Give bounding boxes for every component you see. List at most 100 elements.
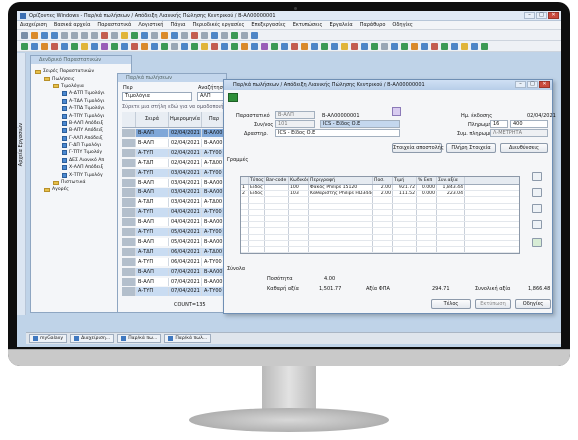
taskbar-item[interactable]: myGalaxy (29, 334, 68, 343)
toolbar-icon[interactable] (221, 42, 228, 50)
toolbar-icon[interactable] (121, 42, 128, 50)
toolbar-icon[interactable] (91, 42, 98, 50)
menu-item[interactable]: Οδηγίες (392, 22, 412, 28)
full-info-button[interactable]: Πλήρη Στοιχεία (446, 143, 496, 153)
calendar-icon[interactable] (392, 107, 401, 116)
list-row[interactable]: Α-ΤΥΠ 04/04/2021 Α-ΤΥ00 (122, 208, 227, 217)
lines-col-header[interactable]: Bar-code (265, 177, 289, 184)
row-selector[interactable] (122, 277, 136, 286)
save-icon[interactable] (228, 93, 238, 102)
dialog-close-button[interactable]: ✕ (539, 81, 550, 88)
type-combo[interactable]: Τιμολόγια (122, 92, 192, 101)
toolbar-icon[interactable] (211, 42, 218, 50)
activity-field[interactable]: ICS - Είδος Ο.Ε (275, 129, 400, 137)
lines-col-header[interactable]: Τιμή (393, 177, 417, 184)
menu-item[interactable]: Παραστατικά (97, 22, 131, 28)
dialog-minimize-button[interactable]: – (515, 81, 526, 88)
tree-node[interactable]: Χ-ΤΠΥ Τιμολόγ (35, 171, 105, 178)
toolbar-icon[interactable] (81, 42, 88, 50)
toolbar-icon[interactable] (41, 31, 48, 39)
payment-code-field[interactable]: 16 (490, 120, 508, 128)
doc-series-field[interactable]: Β-ΑΛΠ (275, 111, 315, 119)
row-selector[interactable] (122, 178, 136, 187)
row-selector[interactable] (122, 247, 136, 257)
toolbar-icon[interactable] (131, 42, 138, 50)
toolbar-icon[interactable] (171, 42, 178, 50)
maximize-button[interactable]: □ (536, 12, 547, 19)
toolbar-icon[interactable] (111, 31, 118, 39)
row-selector[interactable] (122, 148, 136, 158)
row-selector[interactable] (122, 208, 136, 217)
toolbar-icon[interactable] (411, 42, 418, 50)
toolbar-icon[interactable] (121, 31, 128, 39)
toolbar-icon[interactable] (131, 31, 138, 39)
toolbar-icon[interactable] (171, 31, 178, 39)
print-button[interactable]: Εκτύπωση (475, 299, 511, 309)
toolbar-icon[interactable] (391, 42, 398, 50)
partner-code-field[interactable]: 101 (275, 120, 315, 128)
toolbar-icon[interactable] (341, 42, 348, 50)
list-row[interactable]: Α-ΤΔΠ 03/04/2021 Α-ΤΔ00 (122, 198, 227, 207)
list-row[interactable]: Β-ΑΛΠ 03/04/2021 Β-ΑΛ00 (122, 178, 227, 187)
toolbar-icon[interactable] (141, 31, 148, 39)
tree-node[interactable]: Πωλήσεις (35, 75, 105, 82)
toolbar-icon[interactable] (151, 42, 158, 50)
taskbar-item[interactable]: Διαχείριση... (70, 334, 115, 343)
list-row[interactable]: Β-ΑΛΠ 07/04/2021 Β-ΑΛ00 (122, 267, 227, 276)
list-row[interactable]: Β-ΑΛΠ 04/04/2021 Β-ΑΛ00 (122, 218, 227, 227)
row-selector[interactable] (122, 267, 136, 276)
toolbar-icon[interactable] (301, 42, 308, 50)
toolbar-icon[interactable] (21, 42, 28, 50)
row-selector[interactable] (122, 218, 136, 227)
tree-node[interactable]: Α-ΤΠΔ Τιμολόγι (35, 105, 105, 112)
toolbar-icon[interactable] (401, 42, 408, 50)
row-selector[interactable] (122, 188, 136, 197)
lines-col-header[interactable]: Περιγραφή (309, 177, 373, 184)
list-row[interactable]: Β-ΑΛΠ 07/04/2021 Β-ΑΛ00 (122, 277, 227, 286)
list-row[interactable]: Α-ΤΥΠ 03/04/2021 Α-ΤΥ00 (122, 168, 227, 177)
tree-node[interactable]: ΔΕΣ Λιανικό Απ (35, 157, 105, 164)
toolbar-icon[interactable] (201, 42, 208, 50)
toolbar-icon[interactable] (101, 42, 108, 50)
toolbar-icon[interactable] (371, 42, 378, 50)
toolbar-icon[interactable] (231, 42, 238, 50)
toolbar-icon[interactable] (271, 42, 278, 50)
menu-item[interactable]: Διαχείριση (20, 22, 47, 28)
toolbar-icon[interactable] (41, 42, 48, 50)
row-selector[interactable] (122, 257, 136, 267)
calc-icon[interactable] (532, 238, 542, 247)
tree-node[interactable]: Γ-ΑΛΠ Απόδειξ (35, 135, 105, 142)
lines-col-header[interactable]: Ποσ. (373, 177, 393, 184)
lines-col-header[interactable]: % Εκπ (417, 177, 437, 184)
row-selector[interactable] (122, 138, 136, 148)
toolbar-icon[interactable] (241, 31, 248, 39)
tree-node[interactable]: Α-ΔΤΠ Τιμολόγι (35, 90, 105, 97)
list-row[interactable]: Β-ΑΛΠ 02/04/2021 Β-ΑΛ00 (122, 129, 227, 138)
menu-item[interactable]: Λογιστική (138, 22, 163, 28)
tree-node[interactable]: Β-ΑΠΥ Απόδειξ (35, 127, 105, 134)
toolbar-icon[interactable] (201, 31, 208, 39)
list-row[interactable]: Α-ΤΔΠ 02/04/2021 Α-ΤΔ00 (122, 158, 227, 168)
toolbar-icon[interactable] (161, 42, 168, 50)
list-row[interactable]: Β-ΑΛΠ 02/04/2021 Β-ΑΛ00 (122, 138, 227, 148)
toolbar-icon[interactable] (321, 42, 328, 50)
toolbar-icon[interactable] (281, 42, 288, 50)
list-row[interactable]: Α-ΤΔΠ 06/04/2021 Α-ΤΔ00 (122, 247, 227, 257)
lines-col-header[interactable] (241, 177, 249, 184)
toolbar-icon[interactable] (221, 31, 228, 39)
list-row[interactable]: Α-ΤΥΠ 07/04/2021 Α-ΤΥ00 (122, 287, 227, 296)
toolbar-icon[interactable] (71, 42, 78, 50)
toolbar-icon[interactable] (331, 42, 338, 50)
menu-item[interactable]: Εκτυπώσεις (293, 22, 323, 28)
copy-line-icon[interactable] (532, 220, 542, 229)
row-selector[interactable] (122, 228, 136, 237)
row-selector[interactable] (122, 287, 136, 296)
delivery-info-button[interactable]: Στοιχεία αποστολής (392, 143, 444, 153)
row-selector[interactable] (122, 237, 136, 247)
menu-item[interactable]: Εργαλεία (329, 22, 352, 28)
toolbar-icon[interactable] (181, 42, 188, 50)
insert-line-icon[interactable] (532, 188, 542, 197)
list-row[interactable]: Α-ΤΥΠ 02/04/2021 Α-ΤΥ00 (122, 148, 227, 158)
toolbar-icon[interactable] (31, 31, 38, 39)
col-date[interactable]: Ημερομηνία (169, 112, 202, 127)
